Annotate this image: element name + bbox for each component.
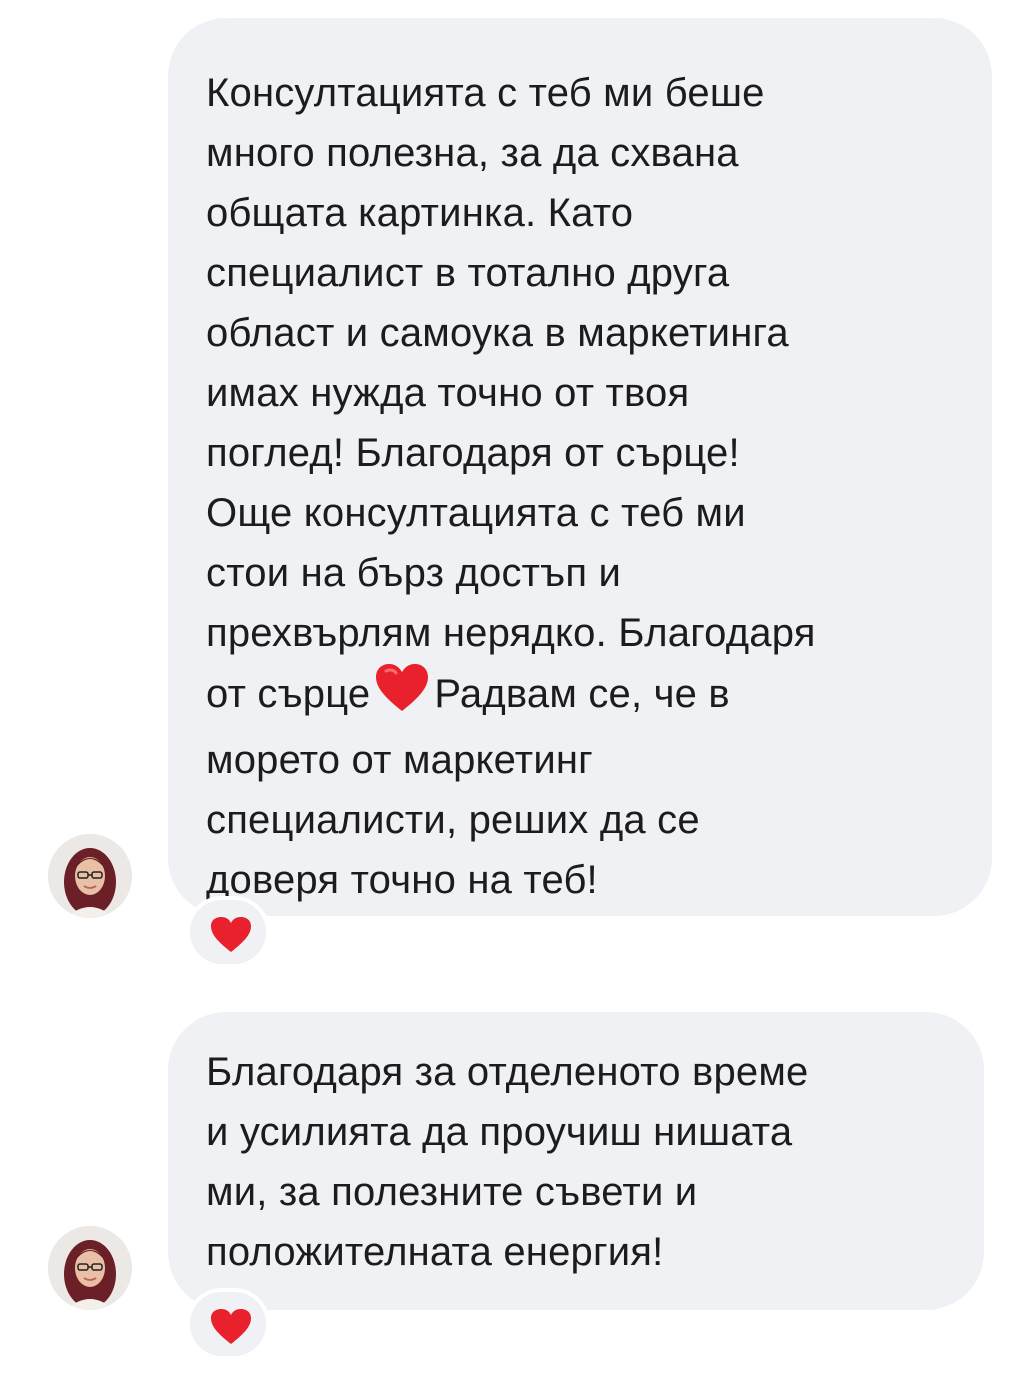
reaction-badge-1[interactable]	[186, 896, 270, 968]
heart-emoji-icon	[374, 663, 430, 730]
message-text-2: Благодаря за отделеното време и усилията…	[206, 1050, 809, 1274]
message-row-1: Консултацията с теб ми беше много полезн…	[0, 0, 1019, 990]
reaction-badge-2[interactable]	[186, 1288, 270, 1360]
message-bubble-2[interactable]: Благодаря за отделеното време и усилията…	[168, 1012, 984, 1310]
message-text-1: Консултацията с теб ми беше много полезн…	[206, 63, 976, 910]
sender-avatar[interactable]	[48, 834, 132, 918]
message-row-2: Благодаря за отделеното време и усилията…	[0, 990, 1019, 1384]
message-bubble-1[interactable]: Консултацията с теб ми беше много полезн…	[168, 18, 992, 916]
message-text-1-part-1: Консултацията с теб ми беше много полезн…	[206, 71, 816, 716]
heart-reaction-icon	[211, 1309, 251, 1344]
sender-avatar[interactable]	[48, 1226, 132, 1310]
heart-reaction-icon	[211, 917, 251, 952]
